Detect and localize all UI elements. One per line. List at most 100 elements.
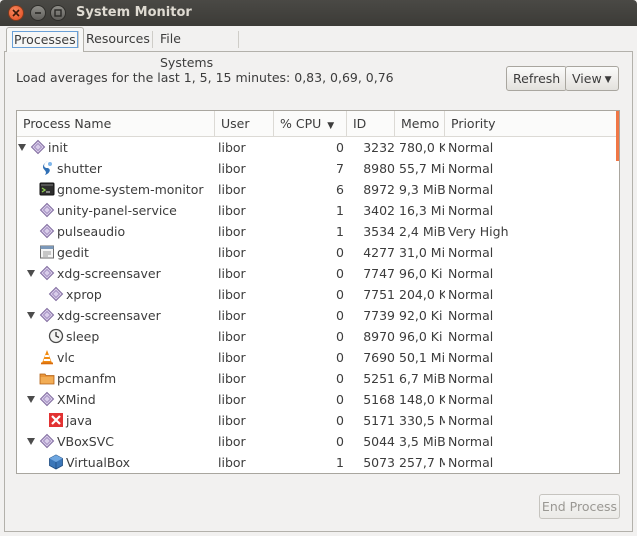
xmind-icon <box>48 412 64 428</box>
process-priority: Normal <box>448 203 494 218</box>
process-memory: 55,7 Mi <box>399 161 445 176</box>
process-name-cell: xdg-screensaver <box>17 263 214 284</box>
process-user: libor <box>218 266 246 281</box>
tab-processes[interactable]: Processes <box>6 27 84 52</box>
process-priority: Normal <box>448 455 494 470</box>
process-memory: 780,0 Ki <box>399 140 445 155</box>
process-id: 7751 <box>363 287 395 302</box>
process-name-cell: VBoxSVC <box>17 431 214 452</box>
maximize-window-button[interactable] <box>50 5 66 21</box>
expander-triangle-icon[interactable] <box>27 438 35 445</box>
process-row[interactable]: sleep libor 0 8970 96,0 Ki Normal <box>17 326 617 347</box>
process-name-cell: gedit <box>17 242 214 263</box>
process-priority: Normal <box>448 161 494 176</box>
process-row[interactable]: xdg-screensaver libor 0 7739 92,0 Ki Normal <box>17 305 617 326</box>
table-header: Process Name User % CPU ▼ ID Memo Priorit… <box>17 111 619 161</box>
tab-resources[interactable]: Resources <box>80 27 156 51</box>
tab-file-systems-label: File Systems <box>160 31 214 70</box>
minimize-window-button[interactable] <box>30 5 46 21</box>
process-row[interactable]: unity-panel-service libor 1 3402 16,3 Mi Norm… <box>17 200 617 221</box>
process-cpu: 0 <box>336 350 344 365</box>
generic-process-icon <box>39 223 55 239</box>
process-row[interactable]: VirtualBox libor 1 5073 257,7 MiNormal <box>17 452 617 473</box>
tab-file-systems[interactable]: File Systems <box>154 27 219 70</box>
end-process-label: End Process <box>541 499 618 514</box>
tab-resources-label: Resources <box>86 31 150 46</box>
process-cpu: 0 <box>336 287 344 302</box>
view-button-label: View <box>572 71 602 86</box>
process-name-cell: VirtualBox <box>17 452 214 473</box>
process-name: xdg-screensaver <box>57 308 161 323</box>
expander-triangle-icon[interactable] <box>27 396 35 403</box>
expander-triangle-icon[interactable] <box>27 312 35 319</box>
process-user: libor <box>218 413 246 428</box>
process-name-cell: XMind <box>17 389 214 410</box>
process-row[interactable]: gnome-system-monitor libor 6 8972 9,3 MiB Nor… <box>17 179 617 200</box>
column-header-label: Process Name <box>23 116 112 131</box>
column-header-label: Memo <box>401 116 440 131</box>
process-user: libor <box>218 329 246 344</box>
process-table[interactable]: Process Name User % CPU ▼ ID Memo Priorit… <box>16 110 620 474</box>
close-window-button[interactable] <box>8 5 24 21</box>
process-memory: 330,5 Mi <box>399 413 445 428</box>
view-menu-button[interactable]: View ▼ <box>565 66 619 91</box>
tab-divider <box>78 31 79 48</box>
process-user: libor <box>218 224 246 239</box>
process-cpu: 0 <box>336 371 344 386</box>
process-row[interactable]: XMind libor 0 5168 148,0 KiNormal <box>17 389 617 410</box>
column-header-memory[interactable]: Memo <box>395 111 445 136</box>
process-priority: Normal <box>448 245 494 260</box>
process-memory: 148,0 Ki <box>399 392 445 407</box>
folder-icon <box>39 370 55 386</box>
process-memory: 3,5 MiB <box>399 434 445 449</box>
column-header-user[interactable]: User <box>215 111 274 136</box>
process-name-cell: java <box>17 410 214 431</box>
process-priority: Normal <box>448 434 494 449</box>
process-row[interactable]: init libor 0 3232 780,0 KiNormal <box>17 137 617 158</box>
process-row[interactable]: xdg-screensaver libor 0 7747 96,0 Ki Normal <box>17 263 617 284</box>
process-name-cell: pulseaudio <box>17 221 214 242</box>
process-cpu: 0 <box>336 308 344 323</box>
process-memory: 204,0 Ki <box>399 287 445 302</box>
generic-process-icon <box>30 139 46 155</box>
refresh-button-label: Refresh <box>513 71 561 86</box>
process-row[interactable]: pulseaudio libor 1 3534 2,4 MiB Very High <box>17 221 617 242</box>
window-title: System Monitor <box>76 5 192 20</box>
end-process-button[interactable]: End Process <box>539 494 620 519</box>
process-row[interactable]: gedit libor 0 4277 31,0 Mi Normal <box>17 242 617 263</box>
process-row[interactable]: shutter libor 7 8980 55,7 Mi Normal <box>17 158 617 179</box>
window-titlebar[interactable]: System Monitor <box>0 0 637 26</box>
process-name: vlc <box>57 350 75 365</box>
process-cpu: 1 <box>336 203 344 218</box>
column-header-label: Priority <box>451 116 496 131</box>
process-id: 7739 <box>363 308 395 323</box>
process-cpu: 1 <box>336 224 344 239</box>
process-cpu: 7 <box>336 161 344 176</box>
process-row[interactable]: java libor 0 5171 330,5 MiNormal <box>17 410 617 431</box>
process-priority: Normal <box>448 329 494 344</box>
expander-triangle-icon[interactable] <box>18 144 26 151</box>
process-name-cell: sleep <box>17 326 214 347</box>
refresh-button[interactable]: Refresh <box>506 66 568 91</box>
expander-triangle-icon[interactable] <box>27 270 35 277</box>
process-name: unity-panel-service <box>57 203 177 218</box>
column-header-id[interactable]: ID <box>347 111 395 136</box>
close-icon <box>12 9 20 17</box>
process-priority: Normal <box>448 350 494 365</box>
process-priority: Very High <box>448 224 509 239</box>
process-name: gnome-system-monitor <box>57 182 204 197</box>
column-header-cpu[interactable]: % CPU ▼ <box>274 111 347 136</box>
column-header-priority[interactable]: Priority <box>445 111 617 136</box>
column-header-label: ID <box>353 116 367 131</box>
process-row[interactable]: vlc libor 0 7690 50,1 Mi Normal <box>17 347 617 368</box>
process-row[interactable]: pcmanfm libor 0 5251 6,7 MiB Normal <box>17 368 617 389</box>
process-row[interactable]: VBoxSVC libor 0 5044 3,5 MiB Normal <box>17 431 617 452</box>
process-id: 8970 <box>363 329 395 344</box>
process-row[interactable]: xprop libor 0 7751 204,0 KiNormal <box>17 284 617 305</box>
process-cpu: 0 <box>336 413 344 428</box>
process-priority: Normal <box>448 140 494 155</box>
process-id: 7747 <box>363 266 395 281</box>
process-name: pcmanfm <box>57 371 117 386</box>
process-id: 8980 <box>363 161 395 176</box>
column-header-process-name[interactable]: Process Name <box>17 111 215 136</box>
